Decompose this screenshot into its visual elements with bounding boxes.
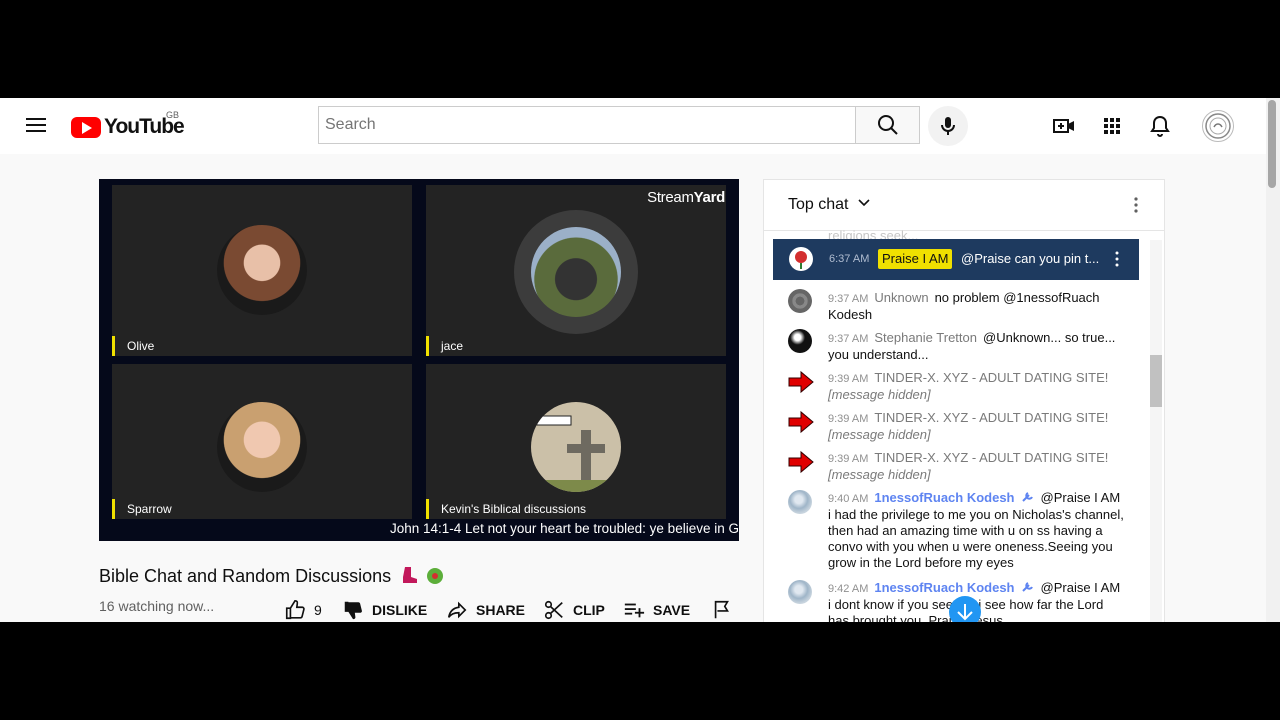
voice-search-button[interactable]	[928, 106, 968, 146]
report-button[interactable]	[711, 598, 741, 622]
top-bar: YouTube GB	[0, 98, 1280, 154]
participant-tile: jace	[426, 185, 726, 356]
search-input[interactable]	[318, 106, 856, 144]
add-to-playlist-icon	[624, 603, 645, 618]
youtube-window: YouTube GB Search Olive jace Sparrow Kev…	[0, 98, 1280, 622]
dislike-button[interactable]: DISLIKE	[342, 598, 427, 622]
chat-mode-dropdown[interactable]: Top chat	[788, 196, 871, 214]
video-player[interactable]: Olive jace Sparrow Kevin's Biblical disc…	[99, 179, 739, 541]
share-arrow-icon	[447, 601, 467, 619]
menu-icon[interactable]	[26, 115, 46, 135]
page-scrollbar-thumb[interactable]	[1268, 100, 1276, 188]
participant-tile: Olive	[112, 185, 412, 356]
participant-name: Kevin's Biblical discussions	[426, 499, 586, 519]
seal-emblem-icon	[1205, 113, 1231, 139]
scissors-icon	[544, 600, 563, 620]
chat-scrollbar[interactable]	[1150, 240, 1162, 622]
moderator-wrench-icon	[1021, 582, 1033, 592]
red-arrow-icon[interactable]	[788, 450, 814, 474]
chat-message: 9:39 AM TINDER-X. XYZ - ADULT DATING SITE…	[828, 450, 1109, 482]
chat-message: 9:39 AM TINDER-X. XYZ - ADULT DATING SITE…	[828, 410, 1109, 442]
participant-avatar	[531, 402, 621, 492]
pinned-time: 6:37 AM	[829, 253, 870, 265]
scrolling-caption: John 14:1-4 Let not your heart be troubl…	[390, 521, 739, 536]
thumbs-up-icon	[285, 600, 305, 620]
region-code: GB	[166, 110, 180, 120]
participant-tile: Sparrow	[112, 364, 412, 519]
participant-name: Sparrow	[112, 499, 172, 519]
moderator-wrench-icon	[1021, 492, 1033, 502]
create-video-icon[interactable]	[1052, 114, 1076, 138]
microphone-icon	[941, 117, 955, 135]
flag-icon	[714, 600, 729, 619]
chat-avatar[interactable]	[788, 329, 812, 353]
pinned-message[interactable]: 6:37 AM Praise I AM @Praise can you pin …	[773, 239, 1139, 280]
pinned-text: @Praise can you pin t...	[961, 251, 1100, 266]
chat-message: 9:37 AM Stephanie Tretton @Unknown... so t…	[828, 330, 1116, 362]
chevron-down-icon	[858, 199, 870, 207]
pinned-author-badge: Praise I AM	[878, 249, 953, 269]
youtube-play-icon	[71, 116, 101, 138]
red-arrow-icon[interactable]	[788, 410, 814, 434]
red-arrow-icon[interactable]	[788, 370, 814, 394]
pinned-more-icon[interactable]	[1113, 249, 1121, 269]
share-label: SHARE	[476, 602, 526, 618]
save-button[interactable]: SAVE	[623, 598, 690, 622]
chat-avatar[interactable]	[788, 490, 812, 514]
live-chat-panel: Top chat religions seek... 6:37 AM Prais…	[763, 179, 1165, 622]
chat-header: Top chat	[764, 180, 1164, 231]
search-button[interactable]	[856, 106, 920, 144]
share-button[interactable]: SHARE	[446, 598, 525, 622]
like-count: 9	[314, 602, 322, 618]
olive-emoji-icon	[427, 568, 444, 584]
scroll-to-bottom-button[interactable]	[949, 596, 981, 622]
boot-emoji-icon	[403, 567, 418, 583]
arrow-down-icon	[957, 604, 973, 621]
apps-grid-icon[interactable]	[1100, 114, 1124, 138]
like-button[interactable]: 9	[284, 598, 322, 622]
participant-avatar	[217, 402, 307, 492]
more-options-icon[interactable]	[1128, 194, 1144, 216]
chat-avatar[interactable]	[788, 289, 812, 313]
participant-tile: Kevin's Biblical discussions	[426, 364, 726, 519]
search-icon	[878, 115, 898, 135]
clip-button[interactable]: CLIP	[543, 598, 605, 622]
dislike-label: DISLIKE	[372, 602, 428, 618]
chat-avatar[interactable]	[788, 580, 812, 604]
cross-shadow-icon	[531, 415, 621, 492]
video-title: Bible Chat and Random Discussions	[99, 565, 445, 587]
account-avatar[interactable]	[1202, 110, 1234, 142]
notifications-bell-icon[interactable]	[1148, 114, 1172, 138]
participant-avatar	[217, 225, 307, 315]
participant-name: jace	[426, 336, 463, 356]
chat-message: 9:37 AM Unknown no problem @1nessofRuach K…	[828, 290, 1100, 322]
chat-message: 9:40 AM 1nessofRuach Kodesh @Praise I AM i…	[828, 490, 1124, 570]
rose-avatar-icon	[789, 247, 813, 271]
chat-message: 9:39 AM TINDER-X. XYZ - ADULT DATING SITE…	[828, 370, 1109, 402]
participant-avatar	[531, 227, 621, 317]
participant-name: Olive	[112, 336, 154, 356]
chat-scrollbar-thumb[interactable]	[1150, 355, 1162, 407]
chat-mode-label: Top chat	[788, 196, 849, 213]
clip-label: CLIP	[573, 602, 605, 618]
live-viewer-count: 16 watching now...	[99, 598, 215, 614]
save-label: SAVE	[653, 602, 691, 618]
streamyard-watermark: StreamYard	[647, 189, 725, 206]
video-title-text: Bible Chat and Random Discussions	[99, 566, 392, 586]
thumbs-down-icon	[344, 601, 362, 620]
